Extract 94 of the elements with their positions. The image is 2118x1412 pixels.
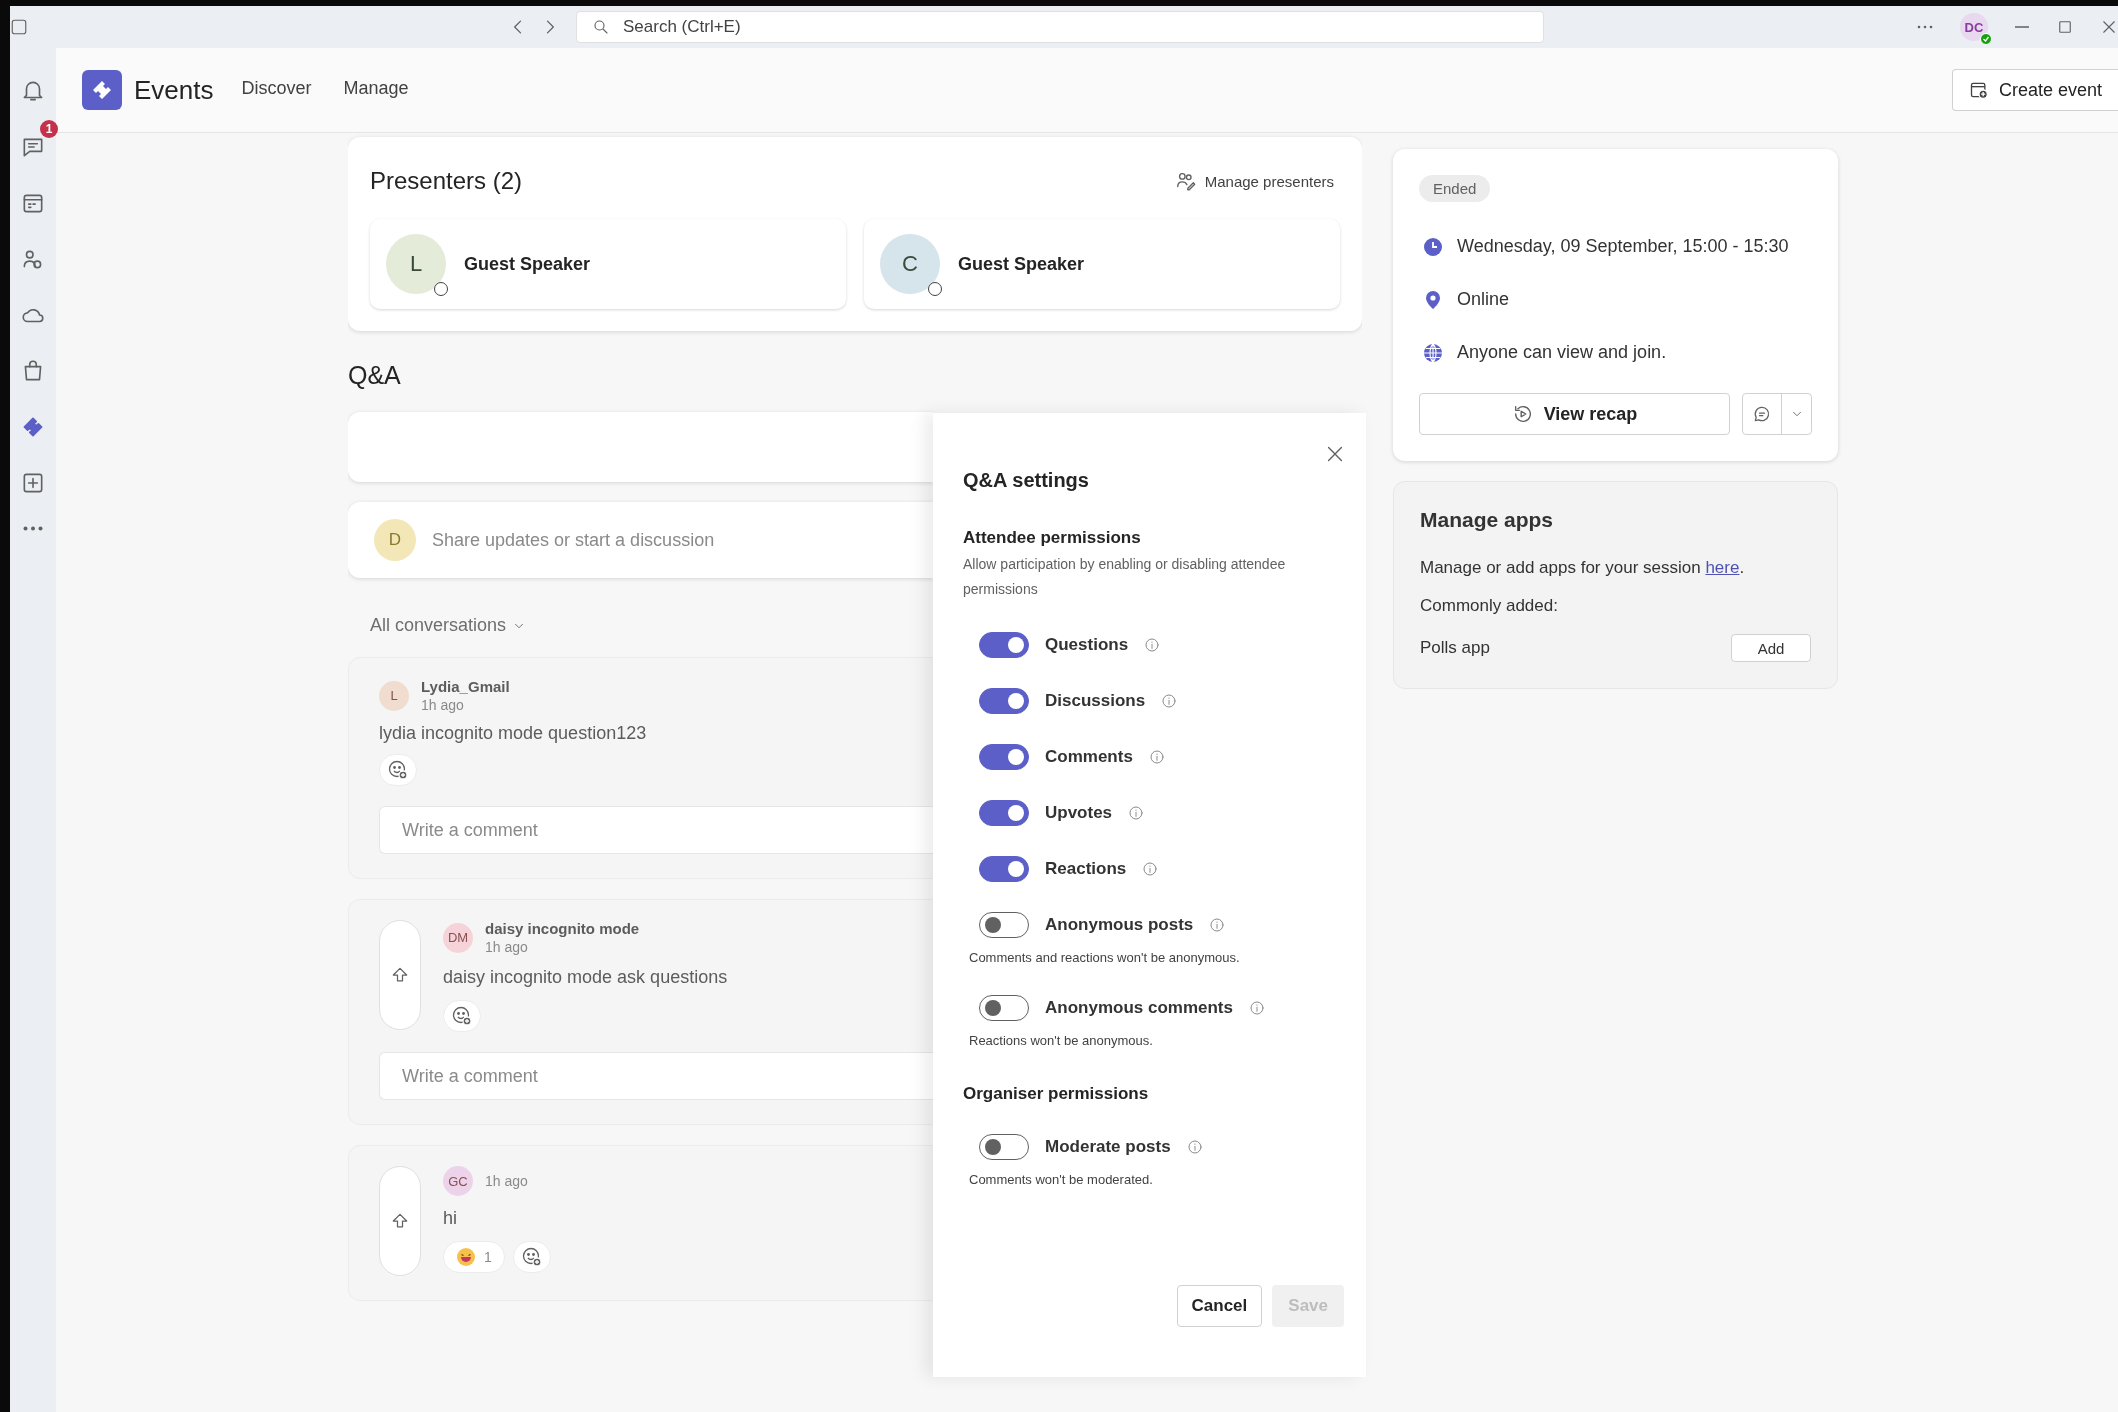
conversation-filter-dropdown[interactable]: All conversations — [364, 614, 533, 637]
toggle-label: Upvotes — [1045, 803, 1113, 823]
maximize-icon — [2056, 18, 2074, 36]
more-icon — [23, 526, 43, 531]
section-description: Allow participation by enabling or disabling attendee permissions — [963, 555, 1287, 599]
post-text: daisy incognito mode ask questions — [443, 967, 729, 988]
toggle-label: Reactions — [1045, 859, 1127, 879]
info-icon — [1128, 805, 1145, 821]
app-name: Polls app — [1420, 638, 1490, 658]
toggle-label: Anonymous posts — [1045, 915, 1194, 935]
presenter-avatar: C — [880, 234, 940, 294]
chat-bubble-icon — [1752, 404, 1772, 424]
event-detail: Wednesday, 09 September, 15:00 - 15:30 — [1457, 236, 1789, 257]
add-emoji-icon — [520, 1246, 543, 1268]
info-icon — [1148, 749, 1165, 765]
presenter-name: Guest Speaker — [464, 253, 591, 275]
add-reaction-button[interactable] — [379, 754, 417, 786]
nav-tab[interactable]: Discover — [241, 70, 312, 110]
view-recap-button[interactable]: View recap — [1419, 393, 1730, 435]
add-reaction-button[interactable] — [443, 1000, 481, 1032]
author-name: daisy incognito mode — [485, 920, 640, 937]
toggle-switch[interactable] — [979, 1134, 1029, 1160]
cancel-button[interactable]: Cancel — [1176, 1285, 1263, 1327]
comment-field[interactable]: Write a comment — [379, 1052, 934, 1100]
section-heading: Attendee permissions — [963, 528, 1142, 548]
search-icon — [592, 18, 610, 36]
add-emoji-icon — [451, 1005, 473, 1027]
app-title: Events — [134, 74, 214, 106]
toggle-switch[interactable] — [979, 995, 1029, 1021]
laughing-emoji-icon — [456, 1247, 476, 1267]
author-name: Lydia_Gmail — [421, 678, 510, 695]
info-icon — [1142, 861, 1159, 877]
toggle-label: Questions — [1045, 635, 1129, 655]
info-icon — [1144, 637, 1161, 653]
add-button[interactable]: Add — [1731, 634, 1811, 662]
create-event-button[interactable]: Create event — [1951, 69, 2118, 111]
toggle-switch[interactable] — [979, 856, 1029, 882]
info-icon — [1249, 1000, 1265, 1016]
status-badge: Ended — [1419, 175, 1491, 202]
rail-item[interactable] — [23, 526, 43, 531]
globe-icon — [1423, 342, 1443, 363]
calendar-add-icon — [1968, 80, 1989, 100]
post-time: 1h ago — [485, 1173, 528, 1189]
toggle-switch[interactable] — [979, 632, 1029, 658]
info-icon — [1186, 1139, 1203, 1155]
minimize-icon[interactable] — [2014, 26, 2030, 28]
presenter-name: Guest Speaker — [958, 253, 1085, 275]
toggle-label: Discussions — [1045, 691, 1146, 711]
nav-tab[interactable]: Manage — [343, 70, 409, 110]
event-detail: Anyone can view and join. — [1457, 342, 1667, 363]
section-heading: Organiser permissions — [963, 1084, 1150, 1104]
card-title: Manage apps — [1420, 508, 1555, 532]
toggle-note: Comments won't be moderated. — [969, 1172, 1154, 1187]
manage-presenters-link[interactable]: Manage presenters — [1168, 169, 1340, 193]
toggle-switch[interactable] — [979, 744, 1029, 770]
toggle-label: Comments — [1045, 747, 1133, 767]
toggle-switch[interactable] — [979, 688, 1029, 714]
section-title: Presenters (2) — [370, 167, 523, 195]
apps-description: Manage or add apps for your session here. — [1420, 558, 1746, 578]
toggle-label: Anonymous comments — [1045, 998, 1233, 1018]
available-status-icon — [1980, 33, 1992, 45]
section-title: Q&A — [348, 361, 402, 390]
add-reaction-button[interactable] — [512, 1241, 551, 1273]
toggle-label: Moderate posts — [1045, 1137, 1171, 1157]
profile-avatar[interactable]: DC — [1960, 13, 1988, 41]
events-logo-icon — [82, 70, 122, 110]
window-icon — [10, 18, 28, 36]
close-icon — [2100, 18, 2118, 36]
post-time: 1h ago — [485, 939, 529, 955]
more-icon[interactable] — [1916, 25, 1934, 29]
user-avatar: GC — [443, 1166, 473, 1196]
notification-badge: 1 — [40, 120, 58, 138]
post-text: hi — [443, 1208, 458, 1229]
commonly-added-label: Commonly added: — [1420, 596, 1559, 616]
event-detail: Online — [1457, 289, 1510, 310]
presenter-avatar: L — [386, 234, 446, 294]
toggle-switch[interactable] — [979, 912, 1029, 938]
panel-title: Q&A settings — [963, 469, 1090, 492]
info-icon — [1209, 917, 1226, 933]
info-icon — [1161, 693, 1178, 709]
clock-icon — [1423, 236, 1443, 257]
comment-field[interactable]: Write a comment — [379, 806, 934, 854]
people-edit-icon — [1174, 170, 1197, 192]
post-text: lydia incognito mode question123 — [379, 723, 648, 744]
toggle-note: Comments and reactions won't be anonymous. — [969, 950, 1241, 965]
search-field[interactable]: Search (Ctrl+E) — [576, 11, 1544, 43]
location-pin-icon — [1423, 289, 1443, 310]
here-link[interactable]: here — [1705, 558, 1740, 577]
toggle-switch[interactable] — [979, 800, 1029, 826]
add-emoji-icon — [387, 759, 409, 781]
post-time: 1h ago — [421, 697, 465, 713]
user-avatar: DM — [443, 922, 473, 953]
user-avatar: L — [379, 680, 409, 711]
toggle-note: Reactions won't be anonymous. — [969, 1033, 1154, 1048]
